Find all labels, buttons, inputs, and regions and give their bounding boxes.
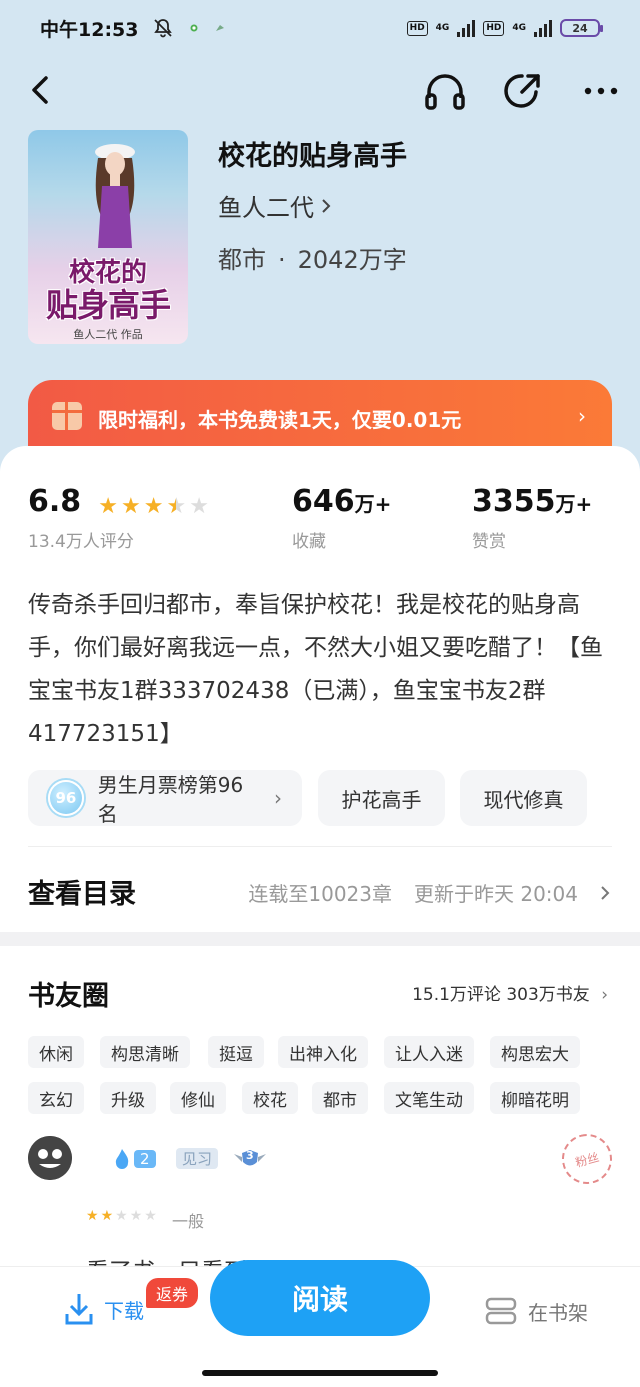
- toc-title[interactable]: 查看目录: [28, 872, 136, 911]
- flame-icon: [115, 1149, 129, 1169]
- avatar-face-icon: [28, 1136, 72, 1180]
- toc-info[interactable]: 连载至10023章 更新于昨天 20:04: [248, 878, 610, 907]
- star-icon: ★: [143, 493, 164, 519]
- book-cover[interactable]: 校花的 贴身高手 鱼人二代 作品: [28, 130, 188, 344]
- section-divider: [0, 932, 640, 946]
- book-circle-title[interactable]: 书友圈: [28, 974, 109, 1013]
- rank-chip[interactable]: 96 男生月票榜第96名 ›: [28, 770, 302, 826]
- more-icon[interactable]: [580, 76, 622, 106]
- half-star-icon: ★: [166, 493, 187, 519]
- status-bar: 中午12:53 HD 4G HD 4G 24: [0, 0, 640, 56]
- rating-stars: ★ ★ ★ ★ ★: [98, 493, 209, 519]
- circle-tag[interactable]: 文笔生动: [384, 1082, 474, 1114]
- shield-level: 3: [232, 1148, 268, 1170]
- rating-count: 13.4万人评分: [28, 532, 134, 552]
- book-description[interactable]: 传奇杀手回归都市，奉旨保护校花！我是校花的贴身高手，你们最好离我远一点，不然大小…: [28, 584, 618, 756]
- circle-tag[interactable]: 修仙: [170, 1082, 226, 1114]
- star-icon: ★: [98, 493, 118, 519]
- bookshelf-icon: [485, 1297, 517, 1325]
- rating-block[interactable]: 6.8 ★ ★ ★ ★ ★ 13.4万人评分: [28, 484, 209, 552]
- circle-tag[interactable]: 柳暗花明: [490, 1082, 580, 1114]
- review-stars: ★ ★ ★ ★ ★: [86, 1209, 157, 1223]
- toc-updated: 更新于昨天 20:04: [414, 882, 578, 906]
- circle-tag[interactable]: 升级: [100, 1082, 156, 1114]
- chevron-right-icon: ›: [274, 786, 282, 810]
- promo-text: 限时福利，本书免费读1天，仅要0.01元: [98, 408, 462, 432]
- gift-icon: [52, 402, 82, 430]
- hd-icon-2: HD: [483, 20, 505, 36]
- app-notification-icon-2: [216, 25, 225, 31]
- cover-figure-illustration: [95, 144, 135, 248]
- circle-tag[interactable]: 构思宏大: [490, 1036, 580, 1068]
- home-indicator[interactable]: [202, 1370, 438, 1376]
- fan-level: 2: [114, 1148, 156, 1170]
- book-title: 校花的贴身高手: [218, 141, 407, 172]
- book-circle-info[interactable]: 15.1万评论 303万书友 ›: [412, 980, 608, 1005]
- empty-star-icon: ★: [115, 1208, 128, 1224]
- rating-score: 6.8: [28, 484, 82, 519]
- chevron-right-icon: ›: [578, 404, 586, 428]
- star-icon: ★: [120, 493, 141, 519]
- toc-serial: 连载至10023章: [248, 882, 392, 906]
- on-shelf-label: 在书架: [528, 1300, 588, 1325]
- download-icon: [65, 1294, 93, 1325]
- rank-text: 男生月票榜第96名: [97, 773, 244, 826]
- read-button[interactable]: 阅读: [210, 1260, 430, 1336]
- signal-icon: [457, 19, 476, 37]
- top-nav: [0, 62, 640, 118]
- battery-icon: 24: [560, 19, 603, 37]
- circle-tag[interactable]: 构思清晰: [100, 1036, 190, 1068]
- app-notification-icon: [190, 24, 198, 32]
- book-meta: 都市 · 2042万字: [218, 246, 407, 274]
- favorites-block: 646万+ 收藏: [292, 484, 392, 552]
- author-name: 鱼人二代: [218, 194, 314, 222]
- clock: 中午12:53: [40, 18, 139, 41]
- share-icon[interactable]: [500, 68, 546, 114]
- chevron-right-icon: ›: [601, 985, 608, 1005]
- favorites-label: 收藏: [292, 532, 326, 552]
- author-link[interactable]: 鱼人二代: [218, 188, 332, 223]
- rank-badge-icon: 96: [48, 780, 84, 816]
- trainee-badge: 见习: [176, 1148, 219, 1169]
- chevron-right-icon: [601, 885, 610, 900]
- rewards-label: 赞赏: [472, 532, 506, 552]
- back-arrow-icon[interactable]: [26, 70, 58, 110]
- tag-chip-1[interactable]: 护花高手: [318, 770, 445, 826]
- rewards-count: 3355: [472, 484, 556, 519]
- circle-tag[interactable]: 休闲: [28, 1036, 84, 1068]
- tag-chip-2[interactable]: 现代修真: [460, 770, 587, 826]
- coupon-badge: 返券: [146, 1278, 199, 1308]
- empty-star-icon: ★: [189, 493, 209, 519]
- download-button[interactable]: 下载: [64, 1292, 144, 1326]
- mute-bell-icon: [154, 19, 173, 38]
- star-icon: ★: [86, 1208, 99, 1224]
- circle-tag[interactable]: 挺逗: [208, 1036, 264, 1068]
- favorites-count: 646: [292, 484, 355, 519]
- hd-icon: HD: [406, 20, 428, 36]
- circle-tag[interactable]: 出神入化: [278, 1036, 368, 1068]
- circle-tag[interactable]: 玄幻: [28, 1082, 84, 1114]
- circle-tag[interactable]: 都市: [312, 1082, 368, 1114]
- word-count: 2042万字: [297, 246, 407, 274]
- chevron-right-icon: [322, 198, 331, 213]
- empty-star-icon: ★: [129, 1208, 143, 1224]
- cover-title-line2: 贴身高手: [45, 286, 171, 324]
- on-shelf-button[interactable]: 在书架: [484, 1296, 588, 1326]
- headphones-icon[interactable]: [422, 68, 468, 114]
- empty-star-icon: ★: [144, 1208, 157, 1224]
- signal-icon-2: [534, 19, 552, 37]
- rewards-block: 3355万+ 赞赏: [472, 484, 593, 552]
- download-label: 下载: [104, 1298, 144, 1323]
- star-icon: ★: [100, 1208, 114, 1224]
- cover-author: 鱼人二代 作品: [73, 328, 143, 341]
- genre: 都市: [218, 246, 266, 274]
- divider: [28, 846, 612, 847]
- circle-tag[interactable]: 让人入迷: [384, 1036, 474, 1068]
- avatar[interactable]: [28, 1136, 72, 1180]
- review-label: 一般: [172, 1212, 205, 1231]
- circle-tag[interactable]: 校花: [242, 1082, 298, 1114]
